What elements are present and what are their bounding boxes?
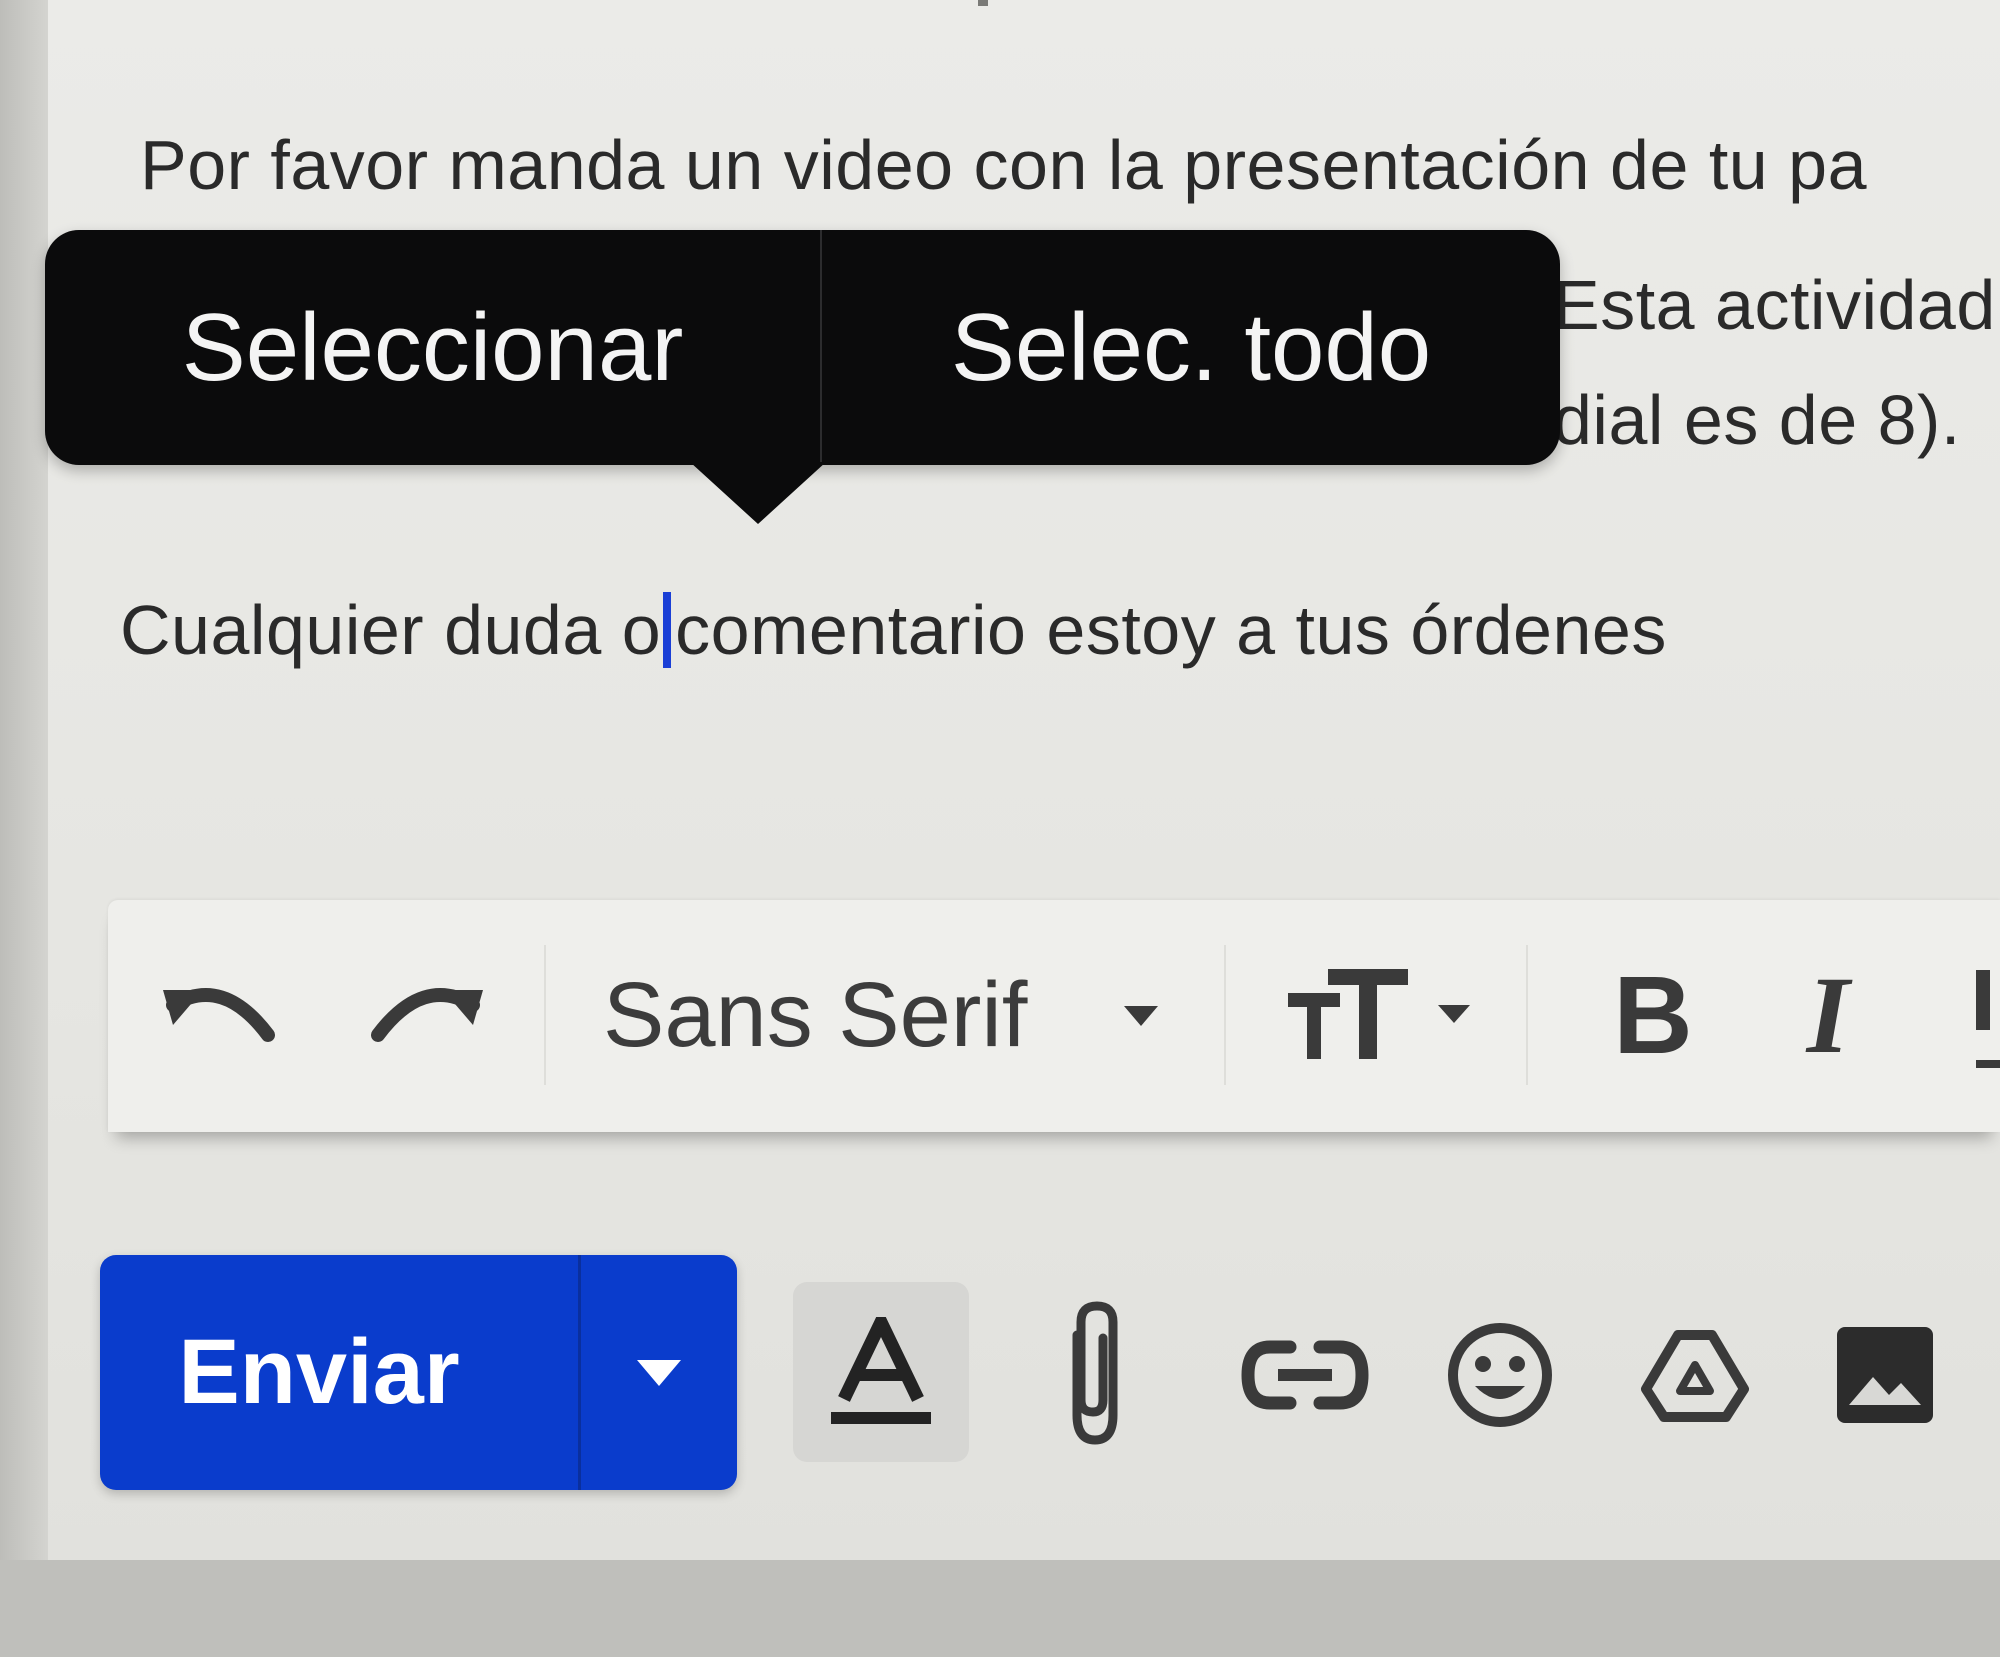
send-button[interactable]: Enviar — [100, 1255, 578, 1490]
bold-button[interactable]: B — [1578, 950, 1728, 1080]
message-line-3[interactable]: dial es de 8). — [1553, 380, 1961, 460]
insert-photo-button[interactable] — [1810, 1290, 1960, 1460]
smiley-icon — [1448, 1323, 1552, 1427]
insert-link-button[interactable] — [1225, 1300, 1385, 1450]
caret-down-icon — [637, 1359, 681, 1386]
text-format-icon — [831, 1317, 931, 1424]
toolbar-divider — [1526, 945, 1528, 1085]
text-size-dropdown[interactable] — [1268, 950, 1508, 1080]
message-text-before-cursor: Cualquier duda o — [120, 591, 662, 669]
chevron-down-icon — [1124, 1006, 1158, 1026]
send-button-group: Enviar — [100, 1255, 737, 1490]
underline-button[interactable] — [1936, 970, 2000, 1080]
link-icon — [1241, 1340, 1369, 1410]
message-line-1[interactable]: Por favor manda un video con la presenta… — [140, 125, 1867, 205]
toolbar-divider — [1224, 945, 1226, 1085]
drive-icon — [1641, 1330, 1749, 1422]
message-line-4[interactable]: Cualquier duda o comentario estoy a tus ó… — [120, 590, 1667, 670]
font-family-value: Sans Serif — [603, 963, 1028, 1066]
undo-icon — [163, 988, 275, 1042]
undo-button[interactable] — [148, 960, 298, 1070]
select-button[interactable]: Seleccionar — [45, 230, 820, 465]
text-size-icon — [1288, 969, 1470, 1059]
font-family-dropdown[interactable]: Sans Serif — [588, 940, 1288, 1090]
send-options-button[interactable] — [578, 1255, 737, 1490]
insert-emoji-button[interactable] — [1420, 1290, 1580, 1460]
message-text-after-cursor: comentario estoy a tus órdenes — [675, 591, 1667, 669]
paperclip-icon — [1072, 1301, 1118, 1445]
attach-file-button[interactable] — [1030, 1290, 1150, 1460]
text-selection-popup: Seleccionar Selec. todo — [45, 230, 1560, 465]
italic-button[interactable]: I — [1758, 950, 1898, 1080]
format-options-button[interactable] — [793, 1282, 969, 1462]
window-left-border — [0, 0, 48, 1560]
redo-button[interactable] — [348, 960, 498, 1070]
formatting-toolbar: Sans Serif B I — [108, 900, 2000, 1132]
text-cursor — [663, 592, 672, 668]
top-edge-mark — [978, 0, 988, 6]
popup-pointer — [690, 462, 826, 524]
insert-drive-file-button[interactable] — [1615, 1290, 1775, 1460]
select-all-button[interactable]: Selec. todo — [820, 230, 1560, 465]
underline-icon — [1976, 970, 2000, 1068]
message-line-2[interactable]: Esta actividad — [1553, 265, 1996, 345]
toolbar-divider — [544, 945, 546, 1085]
bottom-background — [0, 1560, 2000, 1657]
photo-icon — [1837, 1327, 1933, 1423]
redo-icon — [371, 988, 483, 1042]
